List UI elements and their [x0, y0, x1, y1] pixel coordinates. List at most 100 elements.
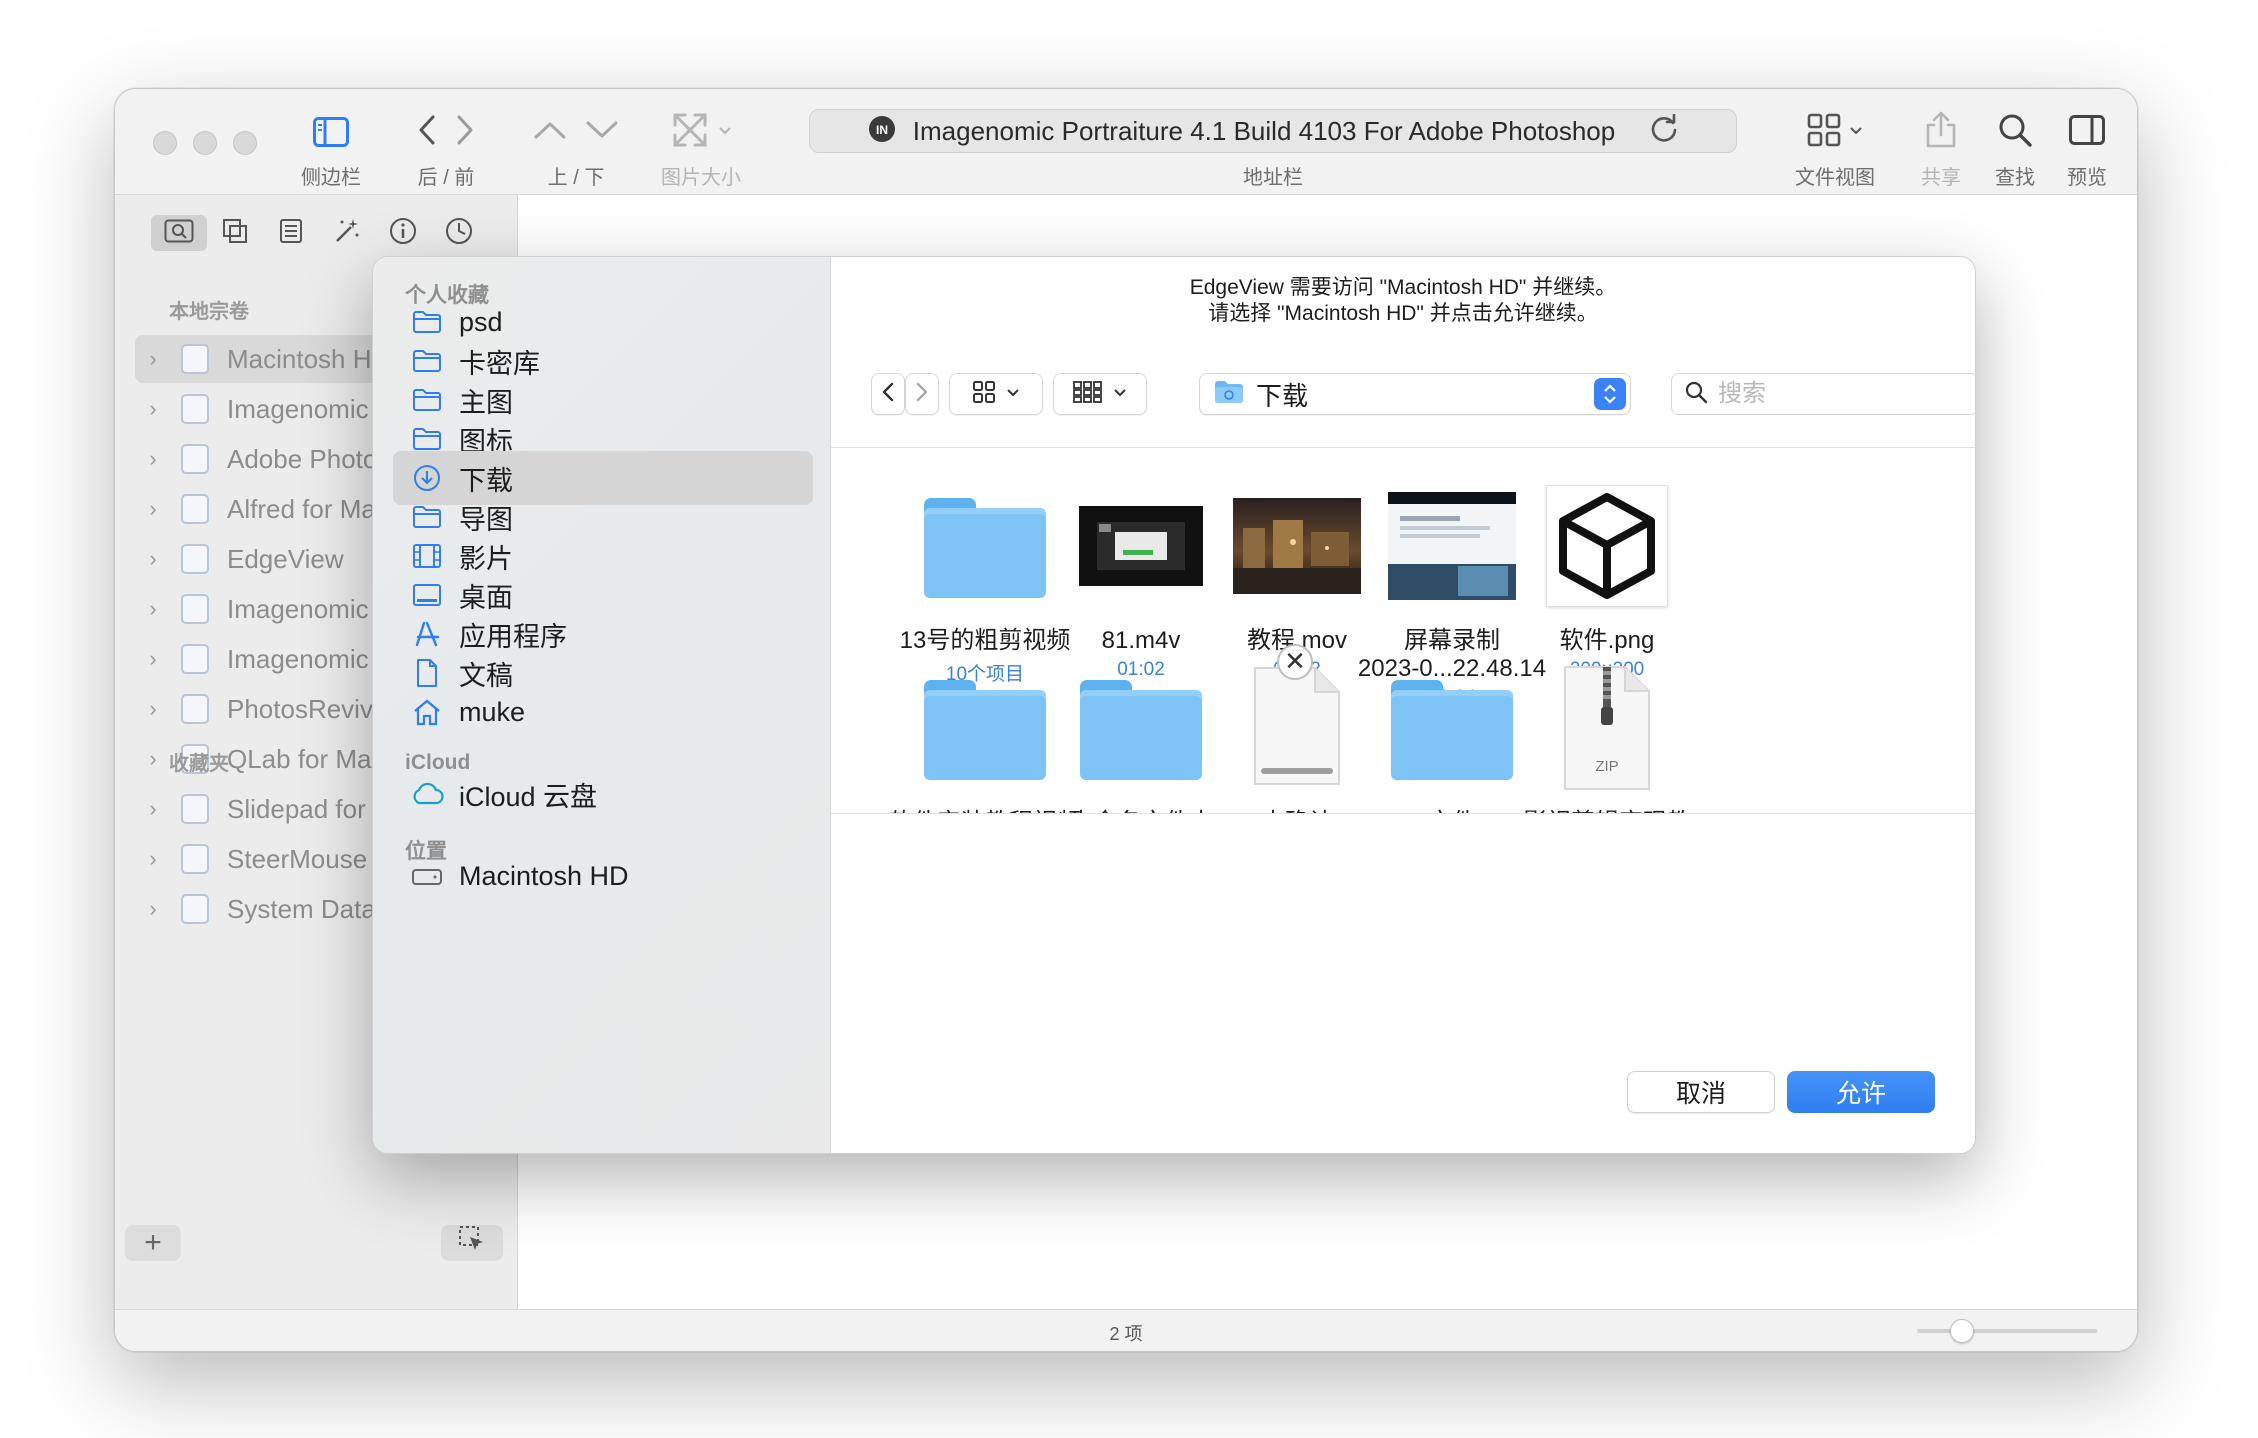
- sidebar-item-icloud-drive[interactable]: iCloud 云盘: [393, 767, 813, 821]
- volume-icon: [181, 694, 209, 724]
- magic-mode-button[interactable]: [319, 215, 375, 251]
- disclosure-chevron-icon[interactable]: ›: [135, 396, 171, 422]
- dropdown-caret-icon: [1849, 123, 1863, 141]
- selection-cursor-icon: [458, 1225, 486, 1261]
- zoom-slider[interactable]: [1917, 1319, 2097, 1343]
- address-text: Imagenomic Portraiture 4.1 Build 4103 Fo…: [912, 115, 1616, 146]
- close-icon[interactable]: ✕: [1277, 643, 1313, 680]
- volume-icon: [181, 844, 209, 874]
- file-view-label: 文件视图: [1795, 167, 1875, 189]
- list-mode-button[interactable]: [263, 215, 319, 251]
- volumes-mode-button[interactable]: [151, 215, 207, 251]
- chevron-down-icon[interactable]: [585, 120, 619, 145]
- access-permission-dialog: 个人收藏 psd 卡密库 主图 图标 下载 导图 影片 桌面 应用程序 文稿 muke iCloud…: [372, 256, 1976, 1154]
- file-thumbnail: ZIP: [1495, 653, 1719, 803]
- volume-icon: [181, 594, 209, 624]
- disclosure-chevron-icon[interactable]: ›: [135, 496, 171, 522]
- disclosure-chevron-icon[interactable]: ›: [135, 546, 171, 572]
- svg-text:ZIP: ZIP: [1595, 758, 1618, 775]
- add-button[interactable]: +: [125, 1225, 181, 1261]
- cancel-button[interactable]: 取消: [1627, 1071, 1775, 1113]
- volume-icon: [181, 344, 209, 374]
- disclosure-chevron-icon[interactable]: ›: [135, 346, 171, 372]
- favorites-title: 收藏夹: [169, 753, 229, 775]
- volume-icon: [181, 494, 209, 524]
- dialog-search-field[interactable]: [1671, 373, 1975, 415]
- minimize-window-button[interactable]: [193, 131, 217, 155]
- download-file-icon: ✕: [1249, 643, 1345, 793]
- zoom-window-button[interactable]: [233, 131, 257, 155]
- find-label: 查找: [1995, 167, 2035, 189]
- preview-button[interactable]: 预览: [2067, 109, 2107, 190]
- up-down-label: 上 / 下: [547, 167, 605, 189]
- sidebar-item[interactable]: muke: [393, 685, 813, 739]
- group-grid-icon: [1073, 380, 1103, 408]
- sidebar-icon: [313, 109, 349, 155]
- disclosure-chevron-icon[interactable]: ›: [135, 896, 171, 922]
- file-item[interactable]: 软件.png200×200: [1495, 471, 1719, 681]
- file-item[interactable]: ZIP影视剪辑变现教程.zip9.46 GB: [1495, 653, 1719, 813]
- allow-button[interactable]: 允许: [1787, 1071, 1935, 1113]
- chevron-right-icon: [916, 382, 928, 407]
- local-volumes-title: 本地宗卷: [169, 301, 249, 323]
- volume-icon: [181, 644, 209, 674]
- address-label: 地址栏: [1243, 167, 1303, 189]
- share-button[interactable]: 共享: [1921, 109, 1961, 190]
- cloud-icon: [409, 776, 445, 812]
- disclosure-chevron-icon[interactable]: ›: [135, 846, 171, 872]
- disclosure-chevron-icon[interactable]: ›: [135, 696, 171, 722]
- dialog-navigation-bar: 下载: [871, 373, 1975, 417]
- current-folder-name: 下载: [1256, 380, 1309, 411]
- select-tool-button[interactable]: [441, 1225, 503, 1261]
- find-button[interactable]: 查找: [1995, 109, 2035, 190]
- chevron-up-icon[interactable]: [533, 120, 567, 145]
- file-view-button[interactable]: 文件视图: [1795, 109, 1875, 190]
- address-field[interactable]: IN Imagenomic Portraiture 4.1 Build 4103…: [809, 109, 1737, 153]
- disclosure-chevron-icon[interactable]: ›: [135, 596, 171, 622]
- status-bar: 2 项: [115, 1309, 2137, 1351]
- cube-image-icon: [1546, 485, 1668, 607]
- preview-pane-icon: [2069, 114, 2105, 150]
- zoom-slider-knob[interactable]: [1950, 1319, 1974, 1343]
- folder-icon: [1080, 676, 1202, 780]
- disclosure-chevron-icon[interactable]: ›: [135, 446, 171, 472]
- sidebar-item-macintosh-hd[interactable]: Macintosh HD: [393, 849, 813, 903]
- sidebar-item-label: psd: [459, 306, 503, 337]
- sidebar-toggle-button[interactable]: 侧边栏: [301, 109, 361, 190]
- sidebar-item-label: iCloud 云盘: [459, 781, 598, 812]
- search-icon: [1997, 112, 2033, 153]
- history-mode-button[interactable]: [431, 215, 487, 251]
- reload-icon[interactable]: [1649, 113, 1679, 149]
- grid-view-icon: [1807, 113, 1841, 152]
- disclosure-chevron-icon[interactable]: ›: [135, 796, 171, 822]
- location-popup[interactable]: 下载: [1199, 373, 1631, 415]
- layers-icon: [222, 218, 248, 249]
- disclosure-chevron-icon[interactable]: ›: [135, 746, 171, 772]
- dialog-browser: EdgeView 需要访问 "Macintosh HD" 并继续。 请选择 "M…: [831, 257, 1975, 1153]
- disclosure-chevron-icon[interactable]: ›: [135, 646, 171, 672]
- chevron-left-icon[interactable]: [417, 114, 437, 151]
- search-input[interactable]: [1718, 380, 1958, 408]
- info-mode-button[interactable]: [375, 215, 431, 251]
- layers-mode-button[interactable]: [207, 215, 263, 251]
- dialog-view-mode-button[interactable]: [949, 373, 1043, 415]
- sidebar-label: 侧边栏: [301, 167, 361, 189]
- blue-folder-icon: [1214, 380, 1244, 409]
- chevron-right-icon[interactable]: [455, 114, 475, 151]
- folder-icon: [924, 494, 1046, 598]
- dialog-back-button[interactable]: [871, 373, 905, 415]
- divider: [831, 813, 1975, 814]
- list-icon: [279, 218, 303, 249]
- share-icon: [1924, 111, 1958, 154]
- image-size-button[interactable]: 图片大小: [661, 109, 741, 190]
- close-window-button[interactable]: [153, 131, 177, 155]
- dialog-message-line2: 请选择 "Macintosh HD" 并点击允许继续。: [1208, 302, 1598, 325]
- volume-icon: [181, 794, 209, 824]
- clock-icon: [445, 217, 473, 250]
- dialog-group-button[interactable]: [1053, 373, 1147, 415]
- dialog-forward-button[interactable]: [905, 373, 939, 415]
- chevron-left-icon: [882, 382, 894, 407]
- folder-icon: [924, 676, 1046, 780]
- volume-icon: [181, 394, 209, 424]
- divider: [831, 447, 1975, 448]
